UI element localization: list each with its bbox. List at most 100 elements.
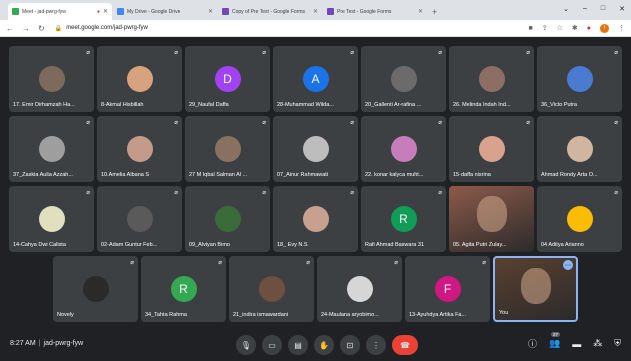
participant-tile[interactable]: ⌀ 15-daffa nisrina bbox=[449, 116, 534, 182]
participant-tile[interactable]: ⌀ Novely bbox=[53, 256, 138, 322]
host-controls-icon[interactable]: ⛨ bbox=[614, 338, 621, 349]
browser-tab-1[interactable]: My Drive - Google Drive ✕ bbox=[113, 3, 217, 20]
mic-off-icon: ⌀ bbox=[350, 50, 354, 56]
profile-avatar[interactable]: I bbox=[600, 23, 609, 33]
participant-avatar bbox=[566, 206, 593, 232]
participant-tile[interactable]: ⌀ 36_Victo Putra bbox=[537, 46, 622, 112]
participant-tile[interactable]: ⌀ 10.Amelia Albana S bbox=[97, 116, 182, 182]
participant-count-badge: 27 bbox=[551, 332, 561, 337]
participant-tile[interactable]: ⌀ 8-Akmal Hisbillah bbox=[97, 46, 182, 112]
participant-name: Ahmad Rondy Arta O... bbox=[541, 172, 598, 178]
camera-in-use-icon[interactable]: ■ bbox=[529, 25, 533, 32]
bookmark-star-icon[interactable]: ☆ bbox=[557, 24, 563, 32]
end-call-button[interactable]: ☎ bbox=[392, 335, 418, 355]
participant-tile[interactable]: ⌀ 27 M Iqbal Salman Al ... bbox=[185, 116, 270, 182]
participant-name: 26. Melinda Indah Ind... bbox=[453, 102, 511, 108]
participant-tile[interactable]: ⌀ 21_indira ismawardani bbox=[229, 256, 314, 322]
tab-favicon-icon bbox=[12, 8, 19, 15]
participant-tile[interactable]: 05. Agita Putri Zulay... bbox=[449, 186, 534, 252]
participant-tile[interactable]: ⌀ 17. Emir Dirhamzah Ha... bbox=[9, 46, 94, 112]
browser-menu-icon[interactable]: ⋮ bbox=[618, 24, 625, 32]
forward-icon[interactable]: → bbox=[22, 24, 30, 33]
extension-icon[interactable]: ✱ bbox=[572, 24, 578, 32]
participant-tile[interactable]: F ⌀ 13-Ayuhdya Artika Fa... bbox=[405, 256, 490, 322]
new-tab-button[interactable]: + bbox=[432, 7, 437, 20]
mic-off-icon: ⌀ bbox=[614, 50, 618, 56]
participant-tile[interactable]: A ⌀ 28-Muhammad Wilda... bbox=[273, 46, 358, 112]
participant-avatar: A bbox=[302, 66, 329, 92]
raise-hand-icon: ✋ bbox=[319, 340, 329, 350]
participant-avatar bbox=[258, 276, 285, 302]
camera-icon: ▭ bbox=[268, 340, 276, 350]
activities-icon[interactable]: ⁂ bbox=[593, 338, 602, 349]
more-options-icon: ⋮ bbox=[372, 340, 380, 350]
participant-tile[interactable]: ⌀ 09_Alviyan Bimo bbox=[185, 186, 270, 252]
participant-avatar bbox=[390, 136, 417, 162]
participant-tile[interactable]: ⌀ Ahmad Rondy Arta O... bbox=[537, 116, 622, 182]
maximize-icon[interactable]: □ bbox=[601, 5, 605, 13]
participant-tile[interactable]: ⌀ 20_Gallenti Ar-rafina ... bbox=[361, 46, 446, 112]
participant-name: 34_Tahta Rahma bbox=[145, 312, 187, 318]
minimize-icon[interactable]: – bbox=[583, 5, 587, 13]
browser-tab-3[interactable]: Pre Test - Google Forms ✕ bbox=[323, 3, 427, 20]
microphone-button[interactable]: 🎙 bbox=[236, 335, 256, 355]
participant-tile[interactable]: ⌀ 26. Melinda Indah Ind... bbox=[449, 46, 534, 112]
tab-title: Pre Test - Google Forms bbox=[337, 8, 392, 15]
browser-tab-0[interactable]: Meet - jad-pwrg-fyw ● ✕ bbox=[8, 3, 112, 20]
browser-tab-2[interactable]: Copy of Pre Test - Google Forms ✕ bbox=[218, 3, 322, 20]
share-icon[interactable]: ⇪ bbox=[542, 24, 548, 32]
captions-button[interactable]: ▤ bbox=[288, 335, 308, 355]
participant-tile[interactable]: R ⌀ 34_Tahta Rahma bbox=[141, 256, 226, 322]
close-tab-icon[interactable]: ✕ bbox=[103, 8, 108, 15]
microphone-icon: 🎙 bbox=[240, 340, 252, 350]
mic-off-icon: ⌀ bbox=[614, 120, 618, 126]
call-controls: 🎙 ▭ ▤ ✋ ⊡ ⋮ ☎ bbox=[236, 335, 418, 355]
participant-name: 8-Akmal Hisbillah bbox=[101, 102, 144, 108]
participant-name: 15-daffa nisrina bbox=[453, 172, 491, 178]
raise-hand-button[interactable]: ✋ bbox=[314, 335, 334, 355]
participant-avatar: R bbox=[170, 276, 197, 302]
participant-name: 04 Aditya Arianno bbox=[541, 242, 584, 248]
participant-tile[interactable]: R ⌀ Rafi Ahmad Baswara 31 bbox=[361, 186, 446, 252]
back-icon[interactable]: ← bbox=[6, 24, 14, 33]
camera-button[interactable]: ▭ bbox=[262, 335, 282, 355]
present-button[interactable]: ⊡ bbox=[340, 335, 360, 355]
close-tab-icon[interactable]: ✕ bbox=[208, 8, 213, 15]
participant-tile[interactable]: ⌀ 18_ Evy N.S bbox=[273, 186, 358, 252]
mic-off-icon: ⌀ bbox=[438, 120, 442, 126]
mic-off-icon: ⌀ bbox=[350, 190, 354, 196]
video-feed bbox=[476, 196, 507, 232]
close-tab-icon[interactable]: ✕ bbox=[418, 8, 423, 15]
info-icon[interactable]: ⓘ bbox=[528, 337, 537, 350]
address-bar: ← → ↻ 🔒 meet.google.com/jad-pwrg-fyw ■ ⇪… bbox=[0, 20, 631, 37]
chat-icon[interactable]: ▬ bbox=[572, 339, 581, 349]
self-tile-options-icon[interactable]: ⋯ bbox=[563, 260, 573, 270]
tab-title: My Drive - Google Drive bbox=[127, 8, 181, 15]
participant-tile[interactable]: ⌀ 14-Cahya Dwi Calista bbox=[9, 186, 94, 252]
url-field[interactable]: 🔒 meet.google.com/jad-pwrg-fyw bbox=[55, 22, 529, 34]
mic-off-icon: ⌀ bbox=[218, 260, 222, 266]
close-window-icon[interactable]: ✕ bbox=[619, 5, 625, 13]
participant-tile[interactable]: ⌀ 04 Aditya Arianno bbox=[537, 186, 622, 252]
participant-name: 37_Zaskia Aulia Azzah... bbox=[13, 172, 73, 178]
participant-tile[interactable]: D ⌀ 29_Naufal Daffa bbox=[185, 46, 270, 112]
participant-tile[interactable]: ⌀ 22. konar kalyca muht... bbox=[361, 116, 446, 182]
extension-red-icon[interactable]: ● bbox=[587, 25, 591, 32]
meeting-code: jad-pwrg-fyw bbox=[43, 340, 84, 347]
more-options-button[interactable]: ⋮ bbox=[366, 335, 386, 355]
participant-name: 10.Amelia Albana S bbox=[101, 172, 150, 178]
tab-search-icon[interactable]: ⌄ bbox=[563, 5, 569, 13]
participant-tile[interactable]: ⌀ 02-Adam Guntur Feb... bbox=[97, 186, 182, 252]
participant-name: 09_Alviyan Bimo bbox=[189, 242, 230, 248]
self-video-tile[interactable]: ⋯ You bbox=[493, 256, 578, 322]
reload-icon[interactable]: ↻ bbox=[38, 24, 45, 33]
participant-tile[interactable]: ⌀ 37_Zaskia Aulia Azzah... bbox=[9, 116, 94, 182]
people-button[interactable]: 👥 27 bbox=[549, 332, 560, 349]
participant-avatar: F bbox=[434, 276, 461, 302]
participant-tile[interactable]: ⌀ 24-Maulana aryobimo... bbox=[317, 256, 402, 322]
participant-tile[interactable]: ⌀ 07_Ainur Rahmawati bbox=[273, 116, 358, 182]
meeting-info: 8:27 AM | jad-pwrg-fyw bbox=[10, 340, 83, 347]
participant-avatar bbox=[478, 66, 505, 92]
mic-off-icon: ⌀ bbox=[130, 260, 134, 266]
close-tab-icon[interactable]: ✕ bbox=[313, 8, 318, 15]
